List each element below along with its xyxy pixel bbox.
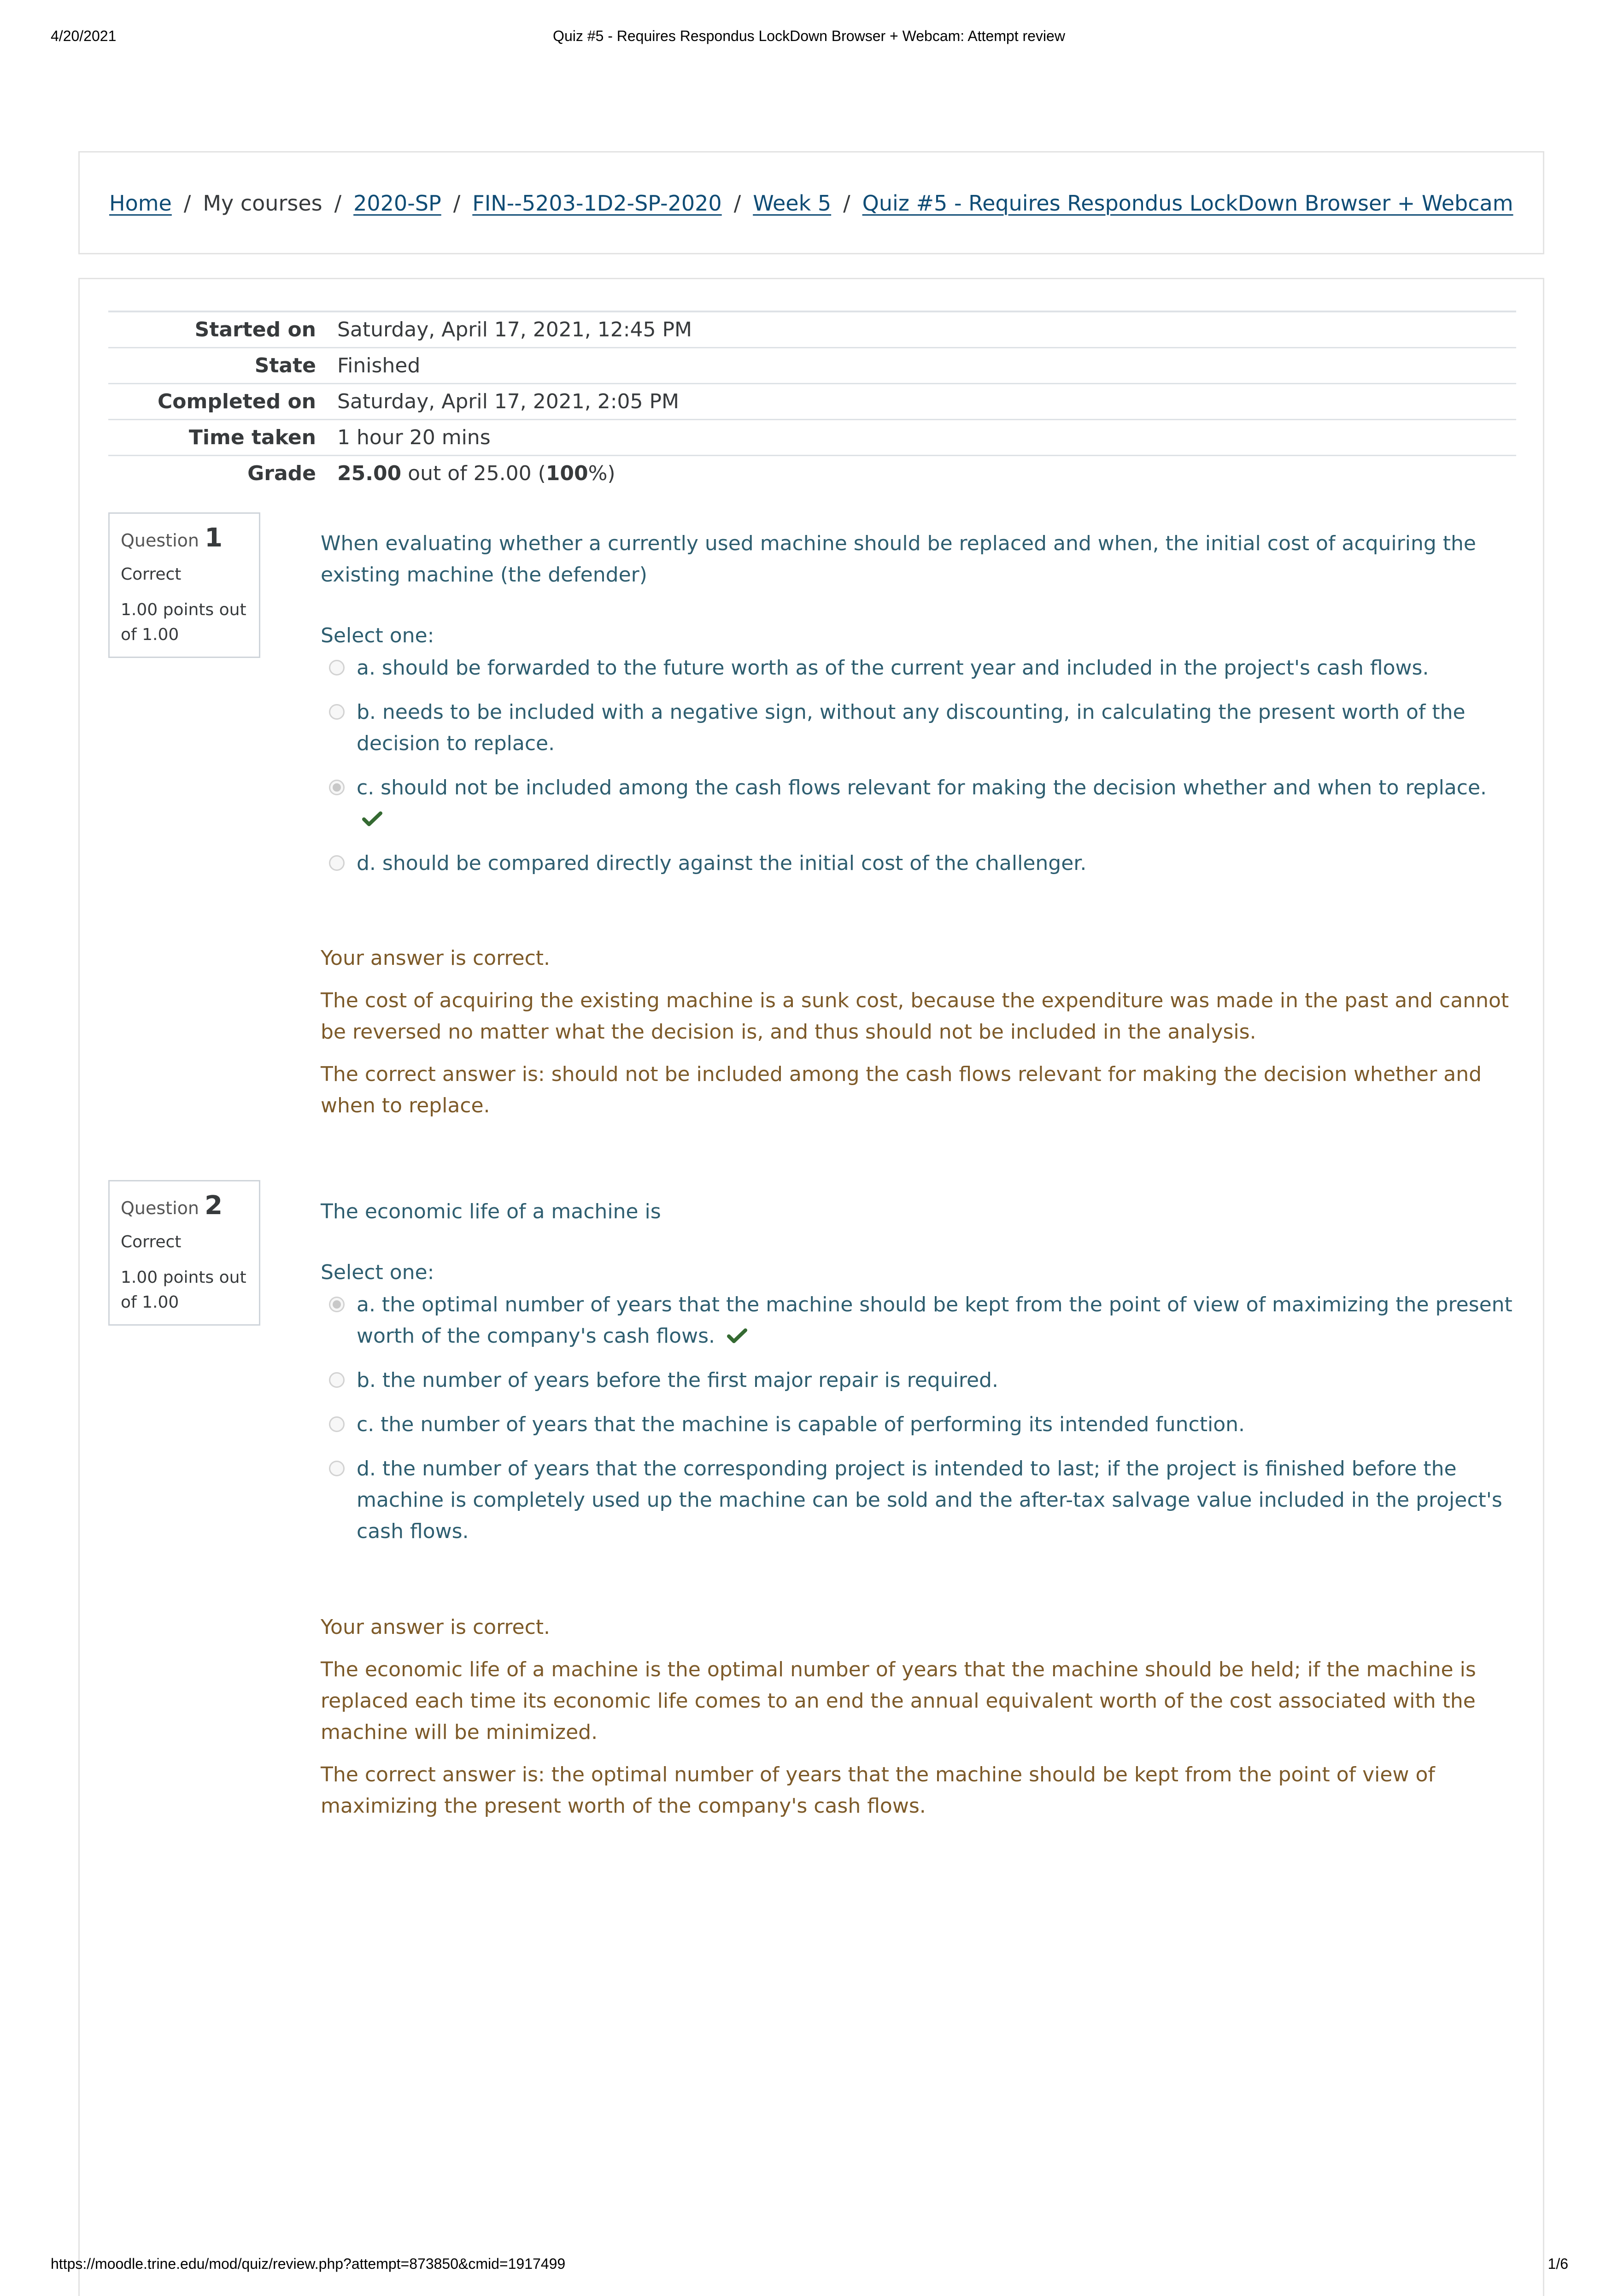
breadcrumb-quiz[interactable]: Quiz #5 - Requires Respondus LockDown Br… [862,191,1513,216]
print-footer: https://moodle.trine.edu/mod/quiz/review… [0,2255,1618,2274]
breadcrumb-week[interactable]: Week 5 [753,191,831,216]
question-feedback: Your answer is correct. The economic lif… [321,1612,1518,1822]
breadcrumb-separator: / [183,191,191,216]
grade-percent: 100 [545,462,588,485]
breadcrumb-separator: / [453,191,461,216]
grade-suffix: %) [588,462,616,485]
breadcrumb-term[interactable]: 2020-SP [353,191,441,216]
breadcrumb-my-courses: My courses [203,191,322,216]
answer-text: b. the number of years before the first … [357,1368,998,1392]
started-on-value: Saturday, April 17, 2021, 12:45 PM [337,311,1516,348]
answer-option-d[interactable]: d. should be compared directly against t… [321,848,1518,879]
question-content: When evaluating whether a currently used… [321,528,1518,1133]
question-grade: 1.00 points out of 1.00 [121,1268,246,1312]
time-taken-label: Time taken [108,419,337,456]
question-info-box: Question 1 Correct 1.00 points out of 1.… [108,512,260,658]
question-feedback: Your answer is correct. The cost of acqu… [321,943,1518,1122]
radio-button[interactable] [329,660,345,675]
radio-button[interactable] [329,855,345,871]
feedback-status: Your answer is correct. [321,1615,551,1639]
answer-text: c. the number of years that the machine … [357,1413,1245,1436]
answer-option-a[interactable]: a. the optimal number of years that the … [321,1289,1518,1352]
radio-button[interactable] [329,1461,345,1476]
print-url: https://moodle.trine.edu/mod/quiz/review… [51,2255,566,2272]
attempt-summary-table: Started on Saturday, April 17, 2021, 12:… [108,311,1516,491]
select-one-prompt: Select one: [321,624,434,647]
question-label: Question [121,530,199,551]
question-text: The economic life of a machine is [321,1200,661,1223]
grade-label: Grade [108,455,337,491]
answer-option-c[interactable]: c. the number of years that the machine … [321,1409,1518,1440]
answer-text: b. needs to be included with a negative … [357,700,1466,755]
time-taken-value: 1 hour 20 mins [337,419,1516,456]
summary-row-completed: Completed on Saturday, April 17, 2021, 2… [108,383,1516,420]
answer-text: d. should be compared directly against t… [357,851,1087,875]
check-icon [362,811,382,826]
attempt-review-card: Started on Saturday, April 17, 2021, 12:… [78,278,1544,2296]
state-value: Finished [337,347,1516,384]
breadcrumb-home[interactable]: Home [109,191,172,216]
answer-option-b[interactable]: b. the number of years before the first … [321,1365,1518,1396]
answer-option-a[interactable]: a. should be forwarded to the future wor… [321,652,1518,684]
question-label: Question [121,1198,199,1218]
answer-text: a. the optimal number of years that the … [357,1293,1512,1348]
feedback-right-answer: The correct answer is: the optimal numbe… [321,1763,1435,1818]
breadcrumb-card: Home / My courses / 2020-SP / FIN--5203-1D2-SP… [78,151,1544,254]
question-number: 1 [205,523,223,553]
radio-button[interactable] [329,1372,345,1388]
print-title: Quiz #5 - Requires Respondus LockDown Br… [553,28,1065,44]
answer-text: c. should not be included among the cash… [357,776,1487,799]
breadcrumb-separator: / [843,191,850,216]
completed-on-label: Completed on [108,383,337,420]
select-one-prompt: Select one: [321,1261,434,1284]
answer-text: d. the number of years that the correspo… [357,1457,1502,1543]
answer-list: a. the optimal number of years that the … [321,1289,1518,1547]
summary-row-state: State Finished [108,347,1516,384]
question-number: 2 [205,1191,223,1221]
question-info-box: Question 2 Correct 1.00 points out of 1.… [108,1180,260,1326]
breadcrumb-separator: / [733,191,741,216]
feedback-status: Your answer is correct. [321,946,551,970]
check-icon [727,1328,747,1343]
grade-out-of: out of 25.00 ( [401,462,546,485]
answer-option-c[interactable]: c. should not be included among the cash… [321,772,1518,835]
answer-option-b[interactable]: b. needs to be included with a negative … [321,697,1518,759]
radio-button[interactable] [329,704,345,720]
answer-option-d[interactable]: d. the number of years that the correspo… [321,1453,1518,1547]
grade-value: 25.00 out of 25.00 (100%) [337,455,1516,491]
feedback-right-answer: The correct answer is: should not be inc… [321,1063,1482,1117]
breadcrumb-course[interactable]: FIN--5203-1D2-SP-2020 [472,191,721,216]
feedback-general: The economic life of a machine is the op… [321,1658,1476,1744]
question-text: When evaluating whether a currently used… [321,532,1476,587]
state-label: State [108,347,337,384]
summary-row-grade: Grade 25.00 out of 25.00 (100%) [108,455,1516,491]
radio-button-selected[interactable] [329,780,345,795]
question-grade: 1.00 points out of 1.00 [121,600,246,644]
answer-text: a. should be forwarded to the future wor… [357,656,1429,680]
summary-row-started: Started on Saturday, April 17, 2021, 12:… [108,311,1516,348]
completed-on-value: Saturday, April 17, 2021, 2:05 PM [337,383,1516,420]
summary-row-time: Time taken 1 hour 20 mins [108,419,1516,456]
question-state: Correct [121,565,182,584]
print-header: 4/20/2021 Quiz #5 - Requires Respondus L… [0,28,1618,46]
question-state: Correct [121,1233,182,1251]
feedback-general: The cost of acquiring the existing machi… [321,989,1509,1044]
answer-list: a. should be forwarded to the future wor… [321,652,1518,879]
grade-score: 25.00 [337,462,402,485]
print-page-number: 1/6 [1548,2255,1568,2272]
breadcrumb: Home / My courses / 2020-SP / FIN--5203-1D2-SP… [109,189,1513,217]
started-on-label: Started on [108,311,337,348]
question-content: The economic life of a machine is Select… [321,1196,1518,1833]
radio-button-selected[interactable] [329,1297,345,1312]
radio-button[interactable] [329,1416,345,1432]
breadcrumb-separator: / [334,191,342,216]
